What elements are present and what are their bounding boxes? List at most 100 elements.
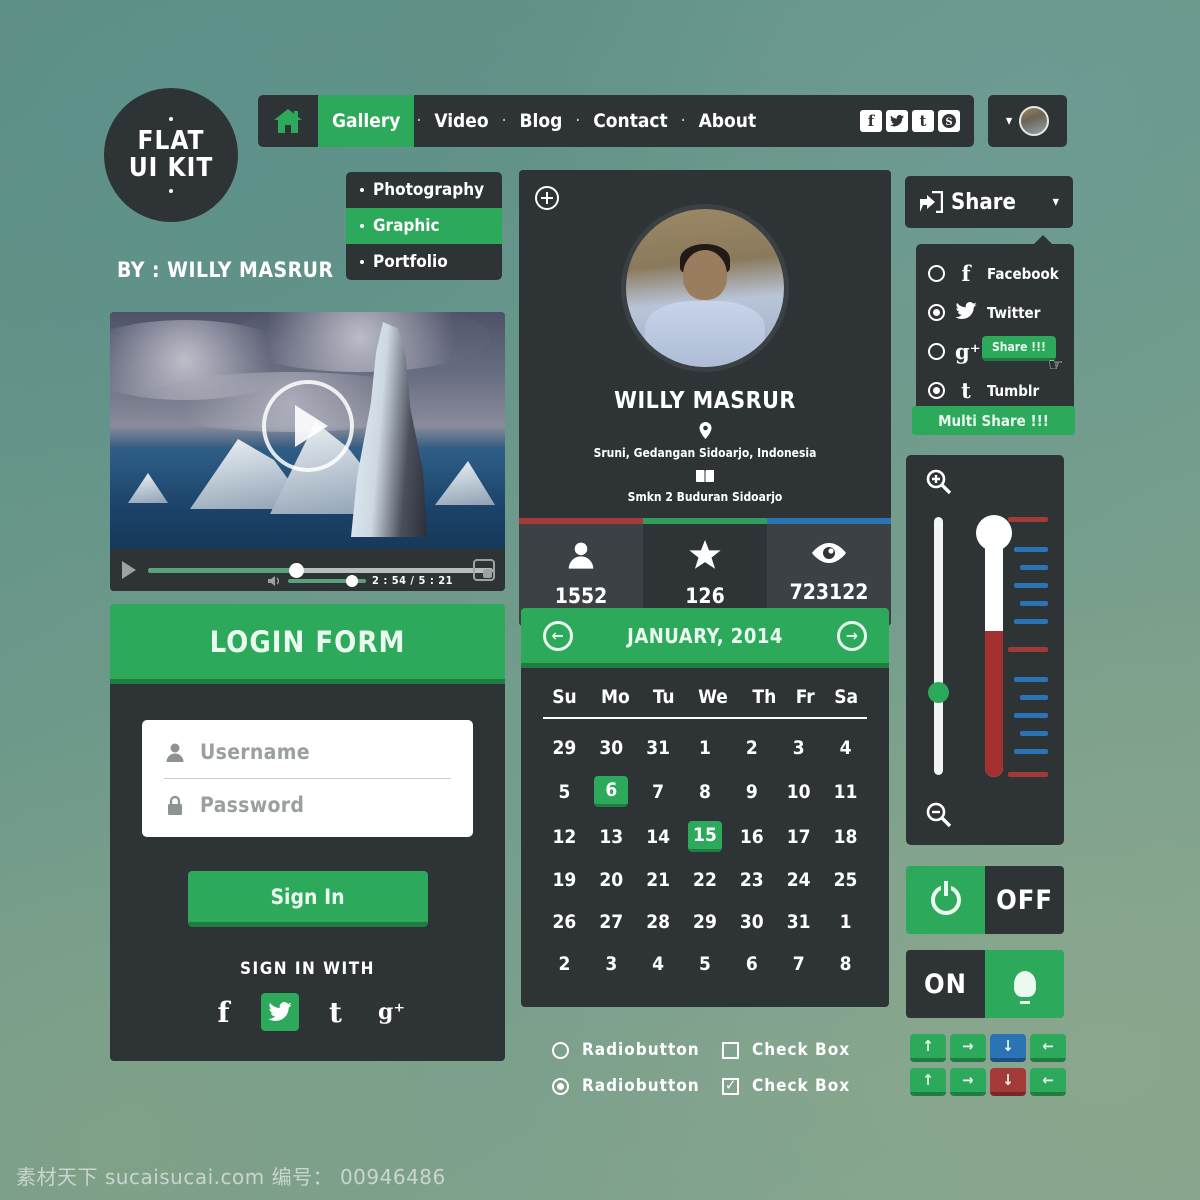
calendar-next-button[interactable]: → <box>837 620 867 651</box>
arrow-left-button[interactable]: ← <box>1030 1068 1066 1096</box>
thermometer-handle[interactable] <box>976 515 1012 551</box>
share-option-twitter[interactable]: Twitter <box>916 293 1074 332</box>
share-option-googleplus[interactable]: g⁺ Share !!! ☞ <box>916 332 1074 376</box>
calendar-day[interactable]: 2 <box>728 727 775 769</box>
arrow-right-button[interactable]: → <box>950 1034 986 1062</box>
calendar-day[interactable]: 3 <box>588 943 635 985</box>
radio-icon[interactable] <box>928 265 945 282</box>
thermometer-slider[interactable] <box>976 515 1012 777</box>
arrow-down-button[interactable]: ↓ <box>990 1068 1026 1096</box>
calendar-day[interactable]: 26 <box>541 901 588 943</box>
lightbulb-icon[interactable] <box>985 950 1064 1018</box>
nav-item-gallery[interactable]: Gallery <box>318 95 415 147</box>
video-thumbnail[interactable] <box>110 312 505 549</box>
multi-share-button[interactable]: Multi Share !!! <box>912 406 1075 435</box>
radio-icon[interactable] <box>552 1041 569 1059</box>
calendar-day[interactable]: 8 <box>822 943 869 985</box>
share-button[interactable]: Share ▾ <box>905 176 1073 228</box>
calendar-day[interactable]: 1 <box>822 901 869 943</box>
calendar-day[interactable]: 16 <box>728 814 775 859</box>
radio-option-1[interactable]: Radiobutton <box>552 1040 722 1060</box>
calendar-day[interactable]: 14 <box>635 814 682 859</box>
username-field[interactable]: Username <box>142 726 473 778</box>
calendar-day[interactable]: 24 <box>775 859 822 901</box>
skype-icon[interactable]: S <box>938 110 960 132</box>
dropdown-item-photography[interactable]: Photography <box>346 172 502 208</box>
light-on-toggle[interactable]: ON <box>906 950 1064 1018</box>
tumblr-icon[interactable]: t <box>912 110 934 132</box>
calendar-day[interactable]: 30 <box>728 901 775 943</box>
arrow-left-button[interactable]: ← <box>1030 1034 1066 1062</box>
checkbox-icon-checked[interactable] <box>722 1076 739 1095</box>
radio-icon-checked[interactable] <box>928 304 945 321</box>
calendar-day[interactable]: 7 <box>635 769 682 814</box>
power-icon[interactable] <box>906 866 985 934</box>
calendar-day[interactable]: 29 <box>682 901 729 943</box>
fullscreen-icon[interactable] <box>473 559 495 581</box>
radio-icon-checked[interactable] <box>928 382 945 399</box>
calendar-day[interactable]: 5 <box>541 769 588 814</box>
home-icon[interactable] <box>258 95 318 147</box>
calendar-day[interactable]: 23 <box>728 859 775 901</box>
play-icon[interactable] <box>122 561 136 579</box>
volume-handle[interactable] <box>345 574 358 587</box>
share-tooltip-button[interactable]: Share !!! <box>982 336 1056 361</box>
calendar-day[interactable]: 11 <box>822 769 869 814</box>
calendar-day-selected[interactable]: 6 <box>588 769 635 814</box>
dropdown-item-portfolio[interactable]: Portfolio <box>346 244 502 280</box>
calendar-day[interactable]: 5 <box>682 943 729 985</box>
twitter-icon[interactable] <box>260 993 299 1031</box>
power-off-toggle[interactable]: OFF <box>906 866 1064 934</box>
calendar-day[interactable]: 27 <box>588 901 635 943</box>
calendar-day[interactable]: 12 <box>541 814 588 859</box>
calendar-day[interactable]: 31 <box>775 901 822 943</box>
calendar-day[interactable]: 8 <box>682 769 729 814</box>
checkbox-icon[interactable] <box>722 1041 739 1059</box>
calendar-day[interactable]: 22 <box>682 859 729 901</box>
twitter-icon[interactable] <box>886 110 908 132</box>
account-dropdown-button[interactable]: ▾ <box>988 95 1067 147</box>
arrow-up-button[interactable]: ↑ <box>910 1068 946 1096</box>
calendar-day[interactable]: 25 <box>822 859 869 901</box>
checkbox-option-2[interactable]: Check Box <box>722 1076 892 1096</box>
calendar-day[interactable]: 17 <box>775 814 822 859</box>
calendar-day[interactable]: 28 <box>635 901 682 943</box>
share-option-tumblr[interactable]: t Tumblr <box>916 371 1074 410</box>
plus-circle-icon[interactable] <box>535 186 559 210</box>
calendar-day-selected[interactable]: 15 <box>682 814 729 859</box>
calendar-day[interactable]: 4 <box>822 727 869 769</box>
nav-item-about[interactable]: About <box>688 95 768 147</box>
radio-option-2[interactable]: Radiobutton <box>552 1076 722 1096</box>
vertical-slider-handle[interactable] <box>928 682 949 703</box>
calendar-day[interactable]: 30 <box>588 727 635 769</box>
calendar-day[interactable]: 10 <box>775 769 822 814</box>
radio-icon-checked[interactable] <box>552 1077 569 1095</box>
volume-slider[interactable] <box>287 574 366 587</box>
arrow-up-button[interactable]: ↑ <box>910 1034 946 1062</box>
nav-item-video[interactable]: Video <box>423 95 499 147</box>
arrow-down-button[interactable]: ↓ <box>990 1034 1026 1062</box>
play-button[interactable] <box>261 380 354 472</box>
calendar-day[interactable]: 21 <box>635 859 682 901</box>
calendar-day[interactable]: 13 <box>588 814 635 859</box>
zoom-in-icon[interactable] <box>926 469 952 500</box>
share-option-facebook[interactable]: f Facebook <box>916 254 1074 293</box>
calendar-day[interactable]: 3 <box>775 727 822 769</box>
calendar-day[interactable]: 18 <box>822 814 869 859</box>
dropdown-item-graphic[interactable]: Graphic <box>346 208 502 244</box>
googleplus-icon[interactable]: g⁺ <box>373 993 411 1031</box>
facebook-icon[interactable]: f <box>205 993 243 1031</box>
calendar-day[interactable]: 19 <box>541 859 588 901</box>
calendar-day[interactable]: 4 <box>635 943 682 985</box>
sign-in-button[interactable]: Sign In <box>187 871 428 927</box>
calendar-day[interactable]: 31 <box>635 727 682 769</box>
nav-item-blog[interactable]: Blog <box>509 95 574 147</box>
zoom-out-icon[interactable] <box>926 802 952 833</box>
password-field[interactable]: Password <box>142 779 473 831</box>
arrow-right-button[interactable]: → <box>950 1068 986 1096</box>
vertical-slider-track[interactable] <box>934 517 943 775</box>
calendar-day[interactable]: 1 <box>682 727 729 769</box>
calendar-day[interactable]: 7 <box>775 943 822 985</box>
facebook-icon[interactable]: f <box>860 110 882 132</box>
calendar-day[interactable]: 29 <box>541 727 588 769</box>
